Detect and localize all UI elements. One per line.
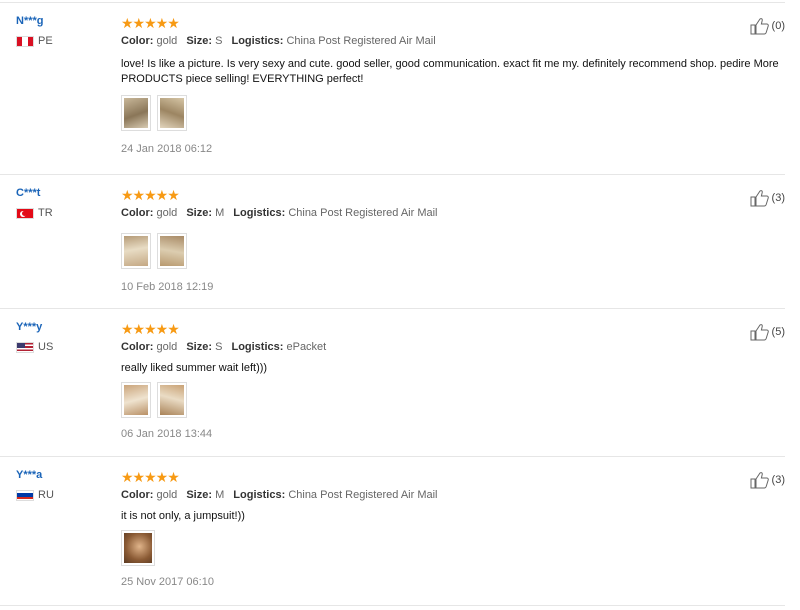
helpful-count: (3) <box>771 192 785 204</box>
color-label: Color: <box>121 207 154 219</box>
logistics-value: China Post Registered Air Mail <box>288 489 438 501</box>
reviewer-country: RU <box>16 489 54 501</box>
size-label: Size: <box>186 207 212 219</box>
review-photos <box>121 95 781 131</box>
helpful-count: (5) <box>771 326 785 338</box>
color-label: Color: <box>121 35 154 47</box>
size-value: S <box>215 35 223 47</box>
reviewer-name[interactable]: Y***a <box>16 469 54 481</box>
review-photos <box>121 530 781 566</box>
thumbs-up-icon <box>750 18 769 35</box>
turkey-flag-icon <box>16 207 34 219</box>
review-list: N***g PE ★★★★★ Color: gold Size: S Logis… <box>0 0 800 610</box>
helpful-button[interactable]: (5) <box>750 323 785 341</box>
reviewer-name[interactable]: C***t <box>16 187 53 199</box>
helpful-button[interactable]: (3) <box>750 189 785 207</box>
review-date: 25 Nov 2017 06:10 <box>121 576 214 588</box>
star-rating: ★★★★★ <box>121 187 180 203</box>
reviewer-country: TR <box>16 207 53 219</box>
review-text: love! Is like a picture. Is very sexy an… <box>121 58 779 85</box>
size-value: M <box>215 489 225 501</box>
star-rating: ★★★★★ <box>121 321 180 337</box>
order-info: Color: gold Size: M Logistics: China Pos… <box>121 207 781 219</box>
reviewer-info: C***t TR <box>16 187 53 219</box>
review-item: N***g PE ★★★★★ Color: gold Size: S Logis… <box>0 3 785 175</box>
review-photo-thumbnail[interactable] <box>121 382 151 418</box>
review-item: Y***y US ★★★★★ Color: gold Size: S Logis… <box>0 309 785 457</box>
logistics-label: Logistics: <box>233 207 286 219</box>
color-value: gold <box>156 489 178 501</box>
reviewer-country: PE <box>16 35 53 47</box>
size-value: M <box>215 207 225 219</box>
order-info: Color: gold Size: S Logistics: ePacket <box>121 341 781 353</box>
reviewer-name[interactable]: N***g <box>16 15 53 27</box>
country-code: US <box>38 341 54 353</box>
thumbs-up-icon <box>750 472 769 489</box>
review-body: ★★★★★ Color: gold Size: S Logistics: ePa… <box>121 321 781 440</box>
helpful-count: (0) <box>771 20 785 32</box>
size-label: Size: <box>186 341 212 353</box>
color-label: Color: <box>121 341 154 353</box>
size-value: S <box>215 341 223 353</box>
review-date: 24 Jan 2018 06:12 <box>121 143 213 155</box>
review-item: Y***a RU ★★★★★ Color: gold Size: M Logis… <box>0 457 785 606</box>
review-photos <box>121 233 781 269</box>
reviewer-info: Y***y US <box>16 321 53 353</box>
size-label: Size: <box>186 489 212 501</box>
review-text: it is not only, a jumpsuit!)) <box>121 510 245 522</box>
country-code: RU <box>38 489 54 501</box>
russia-flag-icon <box>16 489 34 501</box>
review-photo-thumbnail[interactable] <box>121 233 151 269</box>
review-photo-thumbnail[interactable] <box>157 382 187 418</box>
logistics-label: Logistics: <box>231 341 284 353</box>
review-body: ★★★★★ Color: gold Size: S Logistics: Chi… <box>121 15 781 155</box>
divider <box>0 605 785 606</box>
review-body: ★★★★★ Color: gold Size: M Logistics: Chi… <box>121 187 781 293</box>
thumbs-up-icon <box>750 324 769 341</box>
helpful-button[interactable]: (3) <box>750 471 785 489</box>
order-info: Color: gold Size: S Logistics: China Pos… <box>121 35 781 47</box>
reviewer-info: Y***a RU <box>16 469 54 501</box>
review-photo-thumbnail[interactable] <box>157 95 187 131</box>
review-item: C***t TR ★★★★★ Color: gold Size: M Logis… <box>0 175 785 309</box>
star-rating: ★★★★★ <box>121 15 180 31</box>
review-photo-thumbnail[interactable] <box>157 233 187 269</box>
review-body: ★★★★★ Color: gold Size: M Logistics: Chi… <box>121 469 781 588</box>
color-value: gold <box>156 207 178 219</box>
review-photo-thumbnail[interactable] <box>121 530 155 566</box>
size-label: Size: <box>186 35 212 47</box>
color-value: gold <box>156 35 178 47</box>
order-info: Color: gold Size: M Logistics: China Pos… <box>121 489 781 501</box>
peru-flag-icon <box>16 35 34 47</box>
color-label: Color: <box>121 489 154 501</box>
country-code: TR <box>38 207 53 219</box>
review-date: 10 Feb 2018 12:19 <box>121 281 214 293</box>
logistics-value: China Post Registered Air Mail <box>288 207 438 219</box>
thumbs-up-icon <box>750 190 769 207</box>
helpful-count: (3) <box>771 474 785 486</box>
review-photo-thumbnail[interactable] <box>121 95 151 131</box>
logistics-value: China Post Registered Air Mail <box>286 35 436 47</box>
logistics-label: Logistics: <box>231 35 284 47</box>
star-rating: ★★★★★ <box>121 469 180 485</box>
usa-flag-icon <box>16 341 34 353</box>
reviewer-name[interactable]: Y***y <box>16 321 53 333</box>
review-text: really liked summer wait left))) <box>121 362 268 374</box>
logistics-value: ePacket <box>286 341 327 353</box>
country-code: PE <box>38 35 53 47</box>
color-value: gold <box>156 341 178 353</box>
helpful-button[interactable]: (0) <box>750 17 785 35</box>
logistics-label: Logistics: <box>233 489 286 501</box>
reviewer-country: US <box>16 341 53 353</box>
reviewer-info: N***g PE <box>16 15 53 47</box>
review-date: 06 Jan 2018 13:44 <box>121 428 213 440</box>
review-photos <box>121 382 781 418</box>
